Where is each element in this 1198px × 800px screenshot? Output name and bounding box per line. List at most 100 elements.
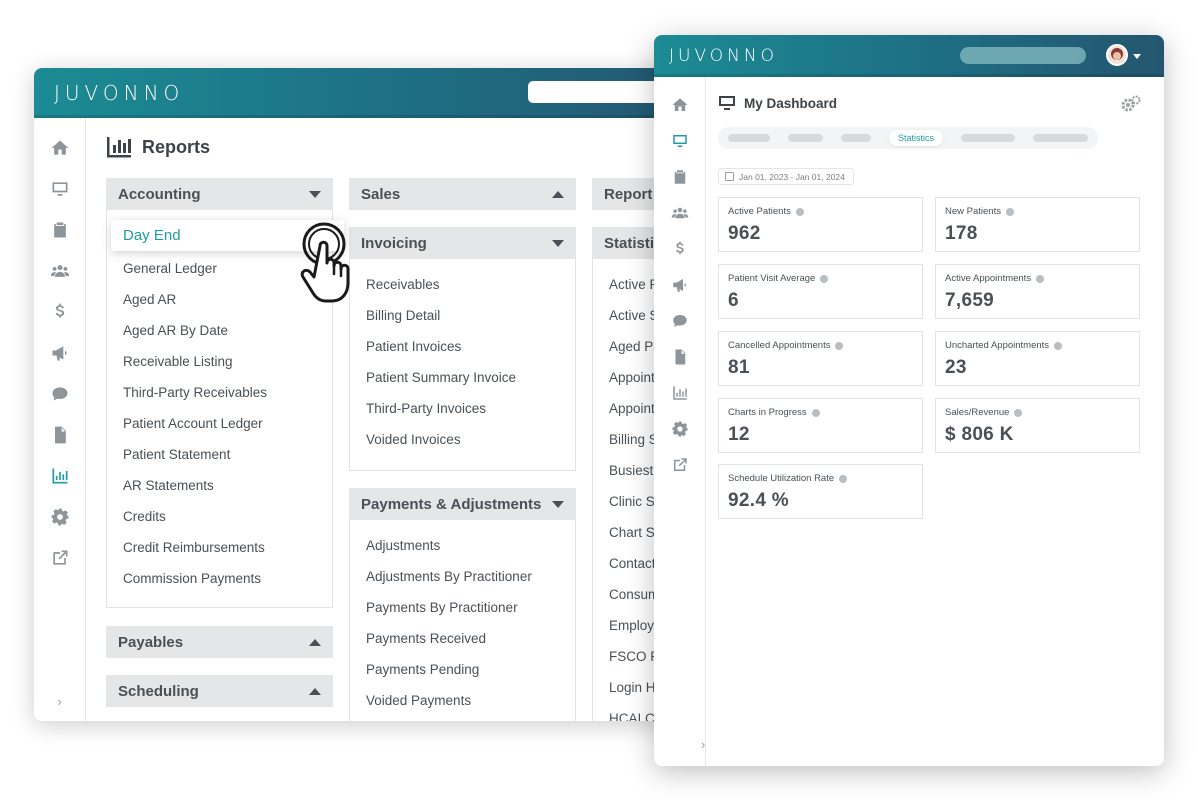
info-icon[interactable]: [811, 408, 820, 417]
stat-card[interactable]: New Patients 178: [935, 197, 1140, 252]
stat-card[interactable]: Patient Visit Average 6: [718, 264, 923, 319]
caret-down-icon: [309, 190, 321, 198]
report-item[interactable]: Patient Invoices: [350, 331, 575, 362]
stat-card[interactable]: Active Appointments 7,659: [935, 264, 1140, 319]
clipboard-icon[interactable]: [48, 218, 72, 242]
external-link-icon[interactable]: [48, 546, 72, 570]
dashboard-sidebar: [654, 77, 706, 766]
chevron-down-icon[interactable]: [1133, 54, 1141, 59]
chat-icon[interactable]: [668, 309, 692, 333]
chart-icon: [107, 137, 131, 158]
monitor-icon[interactable]: [48, 177, 72, 201]
info-icon[interactable]: [1014, 408, 1023, 417]
report-item[interactable]: Commission Payments: [107, 563, 332, 594]
report-item[interactable]: Credits: [107, 501, 332, 532]
tab-statistics[interactable]: Statistics: [889, 130, 944, 146]
payables-header[interactable]: Payables: [106, 626, 333, 658]
stat-card[interactable]: Charts in Progress 12: [718, 398, 923, 453]
report-item[interactable]: Aged AR By Date: [107, 315, 332, 346]
chevron-right-icon[interactable]: ›: [57, 694, 61, 709]
report-item[interactable]: Patient Statement: [107, 439, 332, 470]
chevron-right-icon[interactable]: ›: [701, 737, 705, 752]
report-item[interactable]: Voided Invoices: [350, 424, 575, 455]
stat-card[interactable]: Uncharted Appointments 23: [935, 331, 1140, 386]
gear-icon[interactable]: [668, 417, 692, 441]
clipboard-icon[interactable]: [668, 165, 692, 189]
sales-header[interactable]: Sales: [349, 178, 576, 210]
report-item[interactable]: Payments Pending: [350, 654, 575, 685]
report-item[interactable]: Billing Detail: [350, 300, 575, 331]
dashboard-tabs: Statistics: [718, 127, 1098, 149]
stat-card[interactable]: Schedule Utilization Rate 92.4 %: [718, 464, 923, 519]
tab-placeholder[interactable]: [728, 134, 770, 142]
stat-value: 12: [728, 424, 750, 445]
avatar[interactable]: [1106, 44, 1128, 66]
stat-card[interactable]: Active Patients 962: [718, 197, 923, 252]
search-input[interactable]: [960, 47, 1086, 64]
accounting-header[interactable]: Accounting: [106, 178, 333, 210]
report-item[interactable]: Patient Summary Invoice: [350, 362, 575, 393]
chat-icon[interactable]: [48, 382, 72, 406]
info-icon[interactable]: [795, 207, 804, 216]
home-icon[interactable]: [48, 136, 72, 160]
report-item[interactable]: Credit Reimbursements: [107, 532, 332, 563]
report-item[interactable]: Payments Received: [350, 623, 575, 654]
report-item[interactable]: Voided Payments: [350, 685, 575, 716]
tab-placeholder[interactable]: [1032, 134, 1088, 142]
settings-gear-icon[interactable]: [1120, 95, 1142, 113]
caret-down-icon: [552, 239, 564, 247]
report-item[interactable]: Payments By Practitioner: [350, 592, 575, 623]
page-header: Reports: [106, 136, 210, 158]
dollar-icon[interactable]: [48, 300, 72, 324]
dashboard-header: My Dashboard: [718, 95, 837, 111]
report-item[interactable]: Receivables: [350, 269, 575, 300]
date-range-picker[interactable]: Jan 01, 2023 - Jan 01, 2024: [718, 168, 854, 185]
caret-down-icon: [552, 500, 564, 508]
stat-value: 92.4 %: [728, 490, 789, 511]
scheduling-header[interactable]: Scheduling: [106, 675, 333, 707]
report-item[interactable]: Patient Account Ledger: [107, 408, 332, 439]
document-icon[interactable]: [48, 423, 72, 447]
chart-icon[interactable]: [48, 464, 72, 488]
tab-placeholder[interactable]: [841, 134, 871, 142]
chart-icon[interactable]: [668, 381, 692, 405]
reports-sidebar: ›: [34, 118, 86, 721]
caret-up-icon: [552, 190, 564, 198]
payables-title: Payables: [118, 633, 184, 651]
info-icon[interactable]: [835, 341, 844, 350]
report-item[interactable]: Adjustments: [350, 530, 575, 561]
info-icon[interactable]: [1036, 274, 1045, 283]
report-title: Report: [604, 185, 653, 203]
megaphone-icon[interactable]: [668, 273, 692, 297]
tab-placeholder[interactable]: [787, 134, 824, 142]
external-link-icon[interactable]: [668, 453, 692, 477]
caret-up-icon: [309, 687, 321, 695]
gear-icon[interactable]: [48, 505, 72, 529]
reports-window: JUVONNO › Reports Accounting Day End Gen…: [34, 68, 724, 721]
tab-placeholder[interactable]: [961, 134, 1015, 142]
report-item[interactable]: Receivable Listing: [107, 346, 332, 377]
reports-column-2: Sales Invoicing Receivables Billing Deta…: [349, 178, 576, 721]
sales-title: Sales: [361, 185, 401, 203]
dollar-icon[interactable]: [668, 237, 692, 261]
stat-card[interactable]: Cancelled Appointments 81: [718, 331, 923, 386]
report-item[interactable]: Adjustments By Practitioner: [350, 561, 575, 592]
home-icon[interactable]: [668, 93, 692, 117]
info-icon[interactable]: [839, 474, 848, 483]
stat-card[interactable]: Sales/Revenue $ 806 K: [935, 398, 1140, 453]
report-item[interactable]: AR Statements: [107, 470, 332, 501]
invoicing-header[interactable]: Invoicing: [349, 227, 576, 259]
info-icon[interactable]: [1005, 207, 1014, 216]
document-icon[interactable]: [668, 345, 692, 369]
users-icon[interactable]: [668, 201, 692, 225]
megaphone-icon[interactable]: [48, 341, 72, 365]
monitor-icon[interactable]: [668, 129, 692, 153]
info-icon[interactable]: [820, 274, 829, 283]
payments-title: Payments & Adjustments: [361, 495, 542, 513]
info-icon[interactable]: [1054, 341, 1063, 350]
users-icon[interactable]: [48, 259, 72, 283]
report-item[interactable]: Third-Party Receivables: [107, 377, 332, 408]
report-item[interactable]: Third-Party Invoices: [350, 393, 575, 424]
stat-label: Cancelled Appointments: [728, 340, 831, 351]
payments-header[interactable]: Payments & Adjustments: [349, 488, 576, 520]
